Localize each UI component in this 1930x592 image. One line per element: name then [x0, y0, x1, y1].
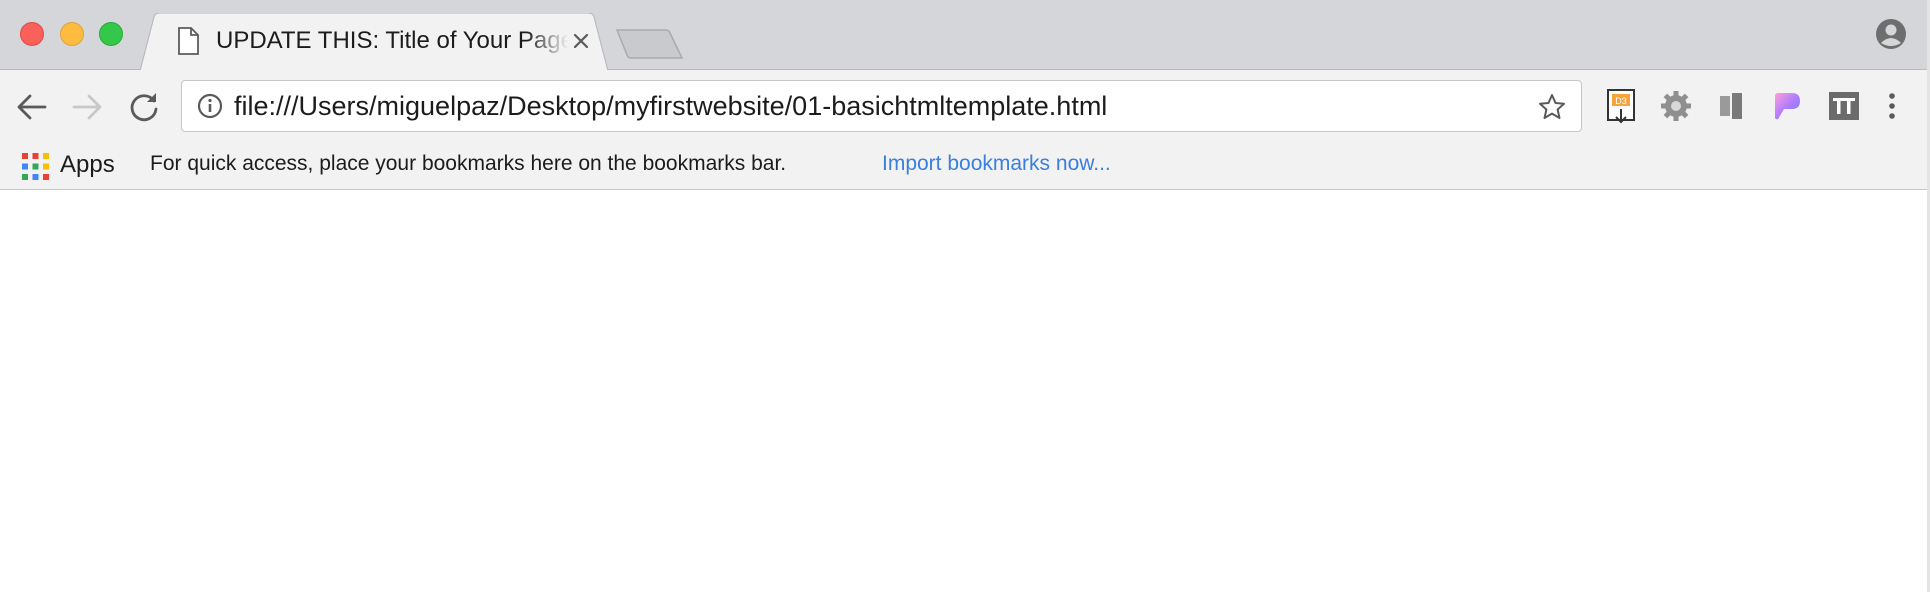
toolbar: file:///Users/miguelpaz/Desktop/myfirstw… [0, 70, 1930, 142]
new-tab-icon[interactable] [616, 27, 684, 61]
paper-extension-icon[interactable] [1770, 87, 1804, 125]
panels-extension-icon[interactable] [1715, 87, 1749, 125]
page-content [0, 190, 1930, 592]
info-icon[interactable] [197, 93, 223, 119]
window-close-button[interactable] [20, 22, 44, 46]
apps-label: Apps [60, 151, 115, 178]
svg-text:D3: D3 [1615, 96, 1627, 106]
window-minimize-button[interactable] [60, 22, 84, 46]
tab-active[interactable]: UPDATE THIS: Title of Your Page [140, 13, 608, 71]
address-bar[interactable]: file:///Users/miguelpaz/Desktop/myfirstw… [181, 80, 1582, 132]
d3-extension-icon[interactable]: D3 [1604, 87, 1638, 125]
star-icon[interactable] [1537, 92, 1567, 122]
document-icon [178, 27, 199, 55]
reload-icon[interactable] [127, 90, 161, 124]
arrow-left-icon[interactable] [15, 90, 49, 124]
window-maximize-button[interactable] [99, 22, 123, 46]
url-text[interactable]: file:///Users/miguelpaz/Desktop/myfirstw… [234, 91, 1494, 121]
kebab-menu-icon[interactable] [1880, 87, 1904, 125]
tab-strip: UPDATE THIS: Title of Your Page [0, 0, 1930, 71]
bookmarks-bar: Apps For quick access, place your bookma… [0, 142, 1930, 190]
browser-window: UPDATE THIS: Title of Your Page file:///… [0, 0, 1930, 592]
close-icon[interactable] [571, 31, 591, 51]
gear-extension-icon[interactable] [1659, 87, 1693, 125]
arrow-right-icon[interactable] [70, 90, 104, 124]
bookmarks-hint-text: For quick access, place your bookmarks h… [150, 152, 787, 175]
import-bookmarks-link[interactable]: Import bookmarks now... [882, 151, 1111, 177]
apps-grid-icon [22, 153, 49, 180]
profile-icon[interactable] [1875, 18, 1907, 50]
ti-extension-icon[interactable] [1827, 87, 1861, 125]
tab-title: UPDATE THIS: Title of Your Page [216, 27, 568, 54]
